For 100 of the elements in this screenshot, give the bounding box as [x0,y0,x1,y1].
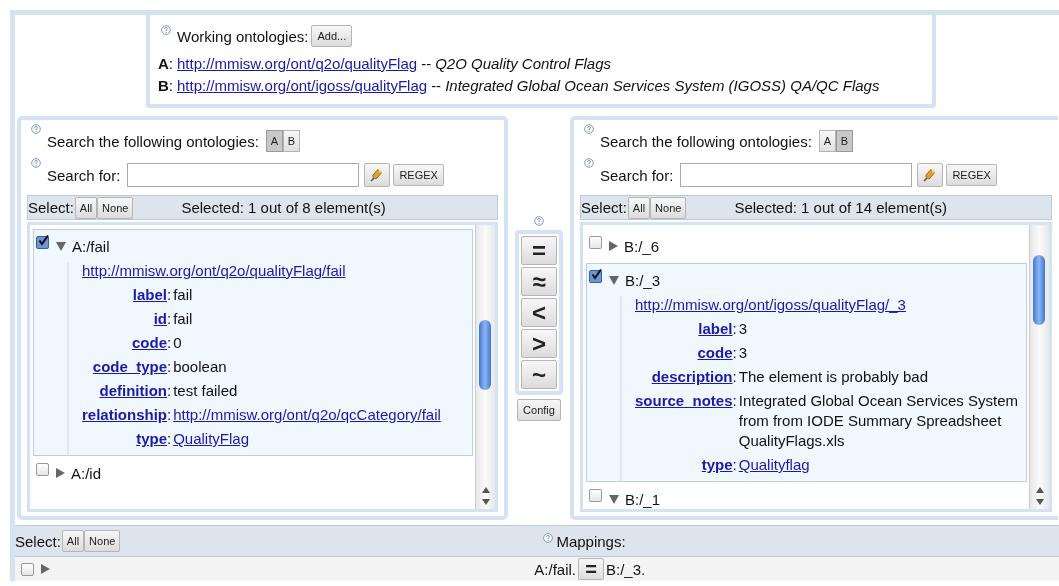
ontology-title: Q2O Quality Control Flags [435,55,612,72]
select-label: Select: [15,532,61,550]
search-field[interactable] [127,163,360,187]
collapse-triangle-icon[interactable] [609,494,619,504]
property-name-link[interactable]: source_notes [635,391,733,451]
colon-text: : [732,455,737,475]
search-button[interactable] [364,163,391,187]
element-uri-link[interactable]: http://mmisw.org/ont/igoss/qualityFlag/_3 [635,296,906,313]
scroll-arrows-icon[interactable] [1035,486,1044,506]
property-name-link[interactable]: code [132,333,167,353]
property-name-link[interactable]: id [153,309,167,329]
property-name-link[interactable]: relationship [82,405,167,425]
property-value: The element is probably bad [738,368,928,385]
colon-text: : [167,357,172,377]
select-none-button[interactable]: None [97,196,134,219]
help-icon[interactable] [584,158,594,168]
property-value: 3 [738,320,748,337]
ontology-key: A [158,55,169,72]
config-button[interactable]: Config [517,399,561,421]
select-label: Select: [581,199,627,216]
relation-button[interactable]: > [521,329,557,358]
property-value: Integrated Global Ocean Services System from from IODE Summary Spreadsheet QualityFlags.xls [738,392,1019,449]
help-icon[interactable] [543,532,554,543]
search-ontologies-label: Search the following ontologies: [600,132,812,150]
checkbox[interactable] [36,236,49,249]
selected-count: Selected: 1 out of 8 element(s) [181,199,386,216]
checkbox[interactable] [589,489,602,502]
relation-button[interactable]: ~ [521,360,557,389]
select-none-button[interactable]: None [650,196,687,219]
search-ontologies-label: Search the following ontologies: [47,132,259,150]
colon-text: : [732,343,737,363]
mapping-source: A:/fail. [533,560,576,578]
property-name-link[interactable]: definition [99,381,167,401]
help-icon[interactable] [534,216,544,226]
expand-triangle-icon[interactable] [56,468,65,478]
property-name-link[interactable]: label [132,285,167,305]
add-button[interactable]: Add... [311,25,353,47]
ontology-link[interactable]: http://mmisw.org/ont/q2o/qualityFlag [177,55,418,72]
property-value-link[interactable]: QualityFlag [173,430,250,447]
property-name-link[interactable]: description [651,367,733,387]
regex-button[interactable]: REGEX [393,164,444,186]
collapse-triangle-icon[interactable] [56,241,66,251]
element-name: B:/_3 [625,271,661,289]
relation-button[interactable]: = [578,558,604,580]
search-button[interactable] [917,163,944,187]
scrollbar[interactable] [1029,225,1049,509]
select-label: Select: [28,199,74,216]
relation-button[interactable]: ≈ [521,267,557,296]
colon-text: : [167,381,172,401]
scrollbar[interactable] [475,225,495,509]
element-name: A:/id [71,464,101,482]
relation-button[interactable]: < [521,298,557,327]
checkbox[interactable] [589,236,602,249]
property-value: 0 [173,334,182,351]
expand-triangle-icon[interactable] [609,241,618,251]
colon-text: : [732,391,737,411]
colon-text: : [167,309,172,329]
colon-text: : [168,77,173,94]
property-name-link[interactable]: type [701,455,733,475]
property-name-link[interactable]: label [698,319,733,339]
property-name-link[interactable]: type [136,429,167,449]
ontology-title: Integrated Global Ocean Services System (IGOSS) QA/QC Flags [445,77,880,94]
property-name-link[interactable]: code [697,343,733,363]
property-value-link[interactable]: Qualityflag [738,456,810,473]
property-value-link[interactable]: http://mmisw.org/ont/q2o/qcCategory/fail [173,406,441,423]
separator-text: -- [431,77,442,94]
scroll-arrows-icon[interactable] [481,486,490,506]
select-all-button[interactable]: All [74,196,98,219]
colon-text: : [167,429,172,449]
scrollbar-thumb[interactable] [1033,255,1045,325]
help-icon[interactable] [161,25,171,35]
help-icon[interactable] [31,124,41,134]
mappings-title: Mappings: [556,532,626,550]
checkbox[interactable] [589,270,602,283]
element-uri-link[interactable]: http://mmisw.org/ont/q2o/qualityFlag/fail [82,262,346,279]
checkbox[interactable] [21,562,34,576]
expand-triangle-icon[interactable] [41,564,50,574]
select-none-button[interactable]: None [84,530,121,552]
property-value: fail [173,286,193,303]
search-for-label: Search for: [47,166,121,184]
element-name: B:/_1 [625,490,661,508]
relation-button[interactable]: = [521,236,557,265]
element-name: A:/fail [72,237,110,255]
select-all-button[interactable]: All [627,196,651,219]
collapse-triangle-icon[interactable] [609,275,619,285]
checkbox[interactable] [36,463,49,476]
ontology-link[interactable]: http://mmisw.org/ont/igoss/qualityFlag [177,77,428,94]
regex-button[interactable]: REGEX [946,164,997,186]
colon-text: : [167,285,172,305]
property-value: boolean [173,358,227,375]
colon-text: : [732,367,737,387]
ontology-toggle[interactable]: A [818,130,836,152]
search-field[interactable] [680,163,913,187]
colon-text: : [732,319,737,339]
ontology-toggle[interactable]: A [265,130,283,152]
help-icon[interactable] [584,124,594,134]
property-name-link[interactable]: code_type [92,357,167,377]
scrollbar-thumb[interactable] [479,320,491,390]
select-all-button[interactable]: All [61,530,85,552]
help-icon[interactable] [31,158,41,168]
